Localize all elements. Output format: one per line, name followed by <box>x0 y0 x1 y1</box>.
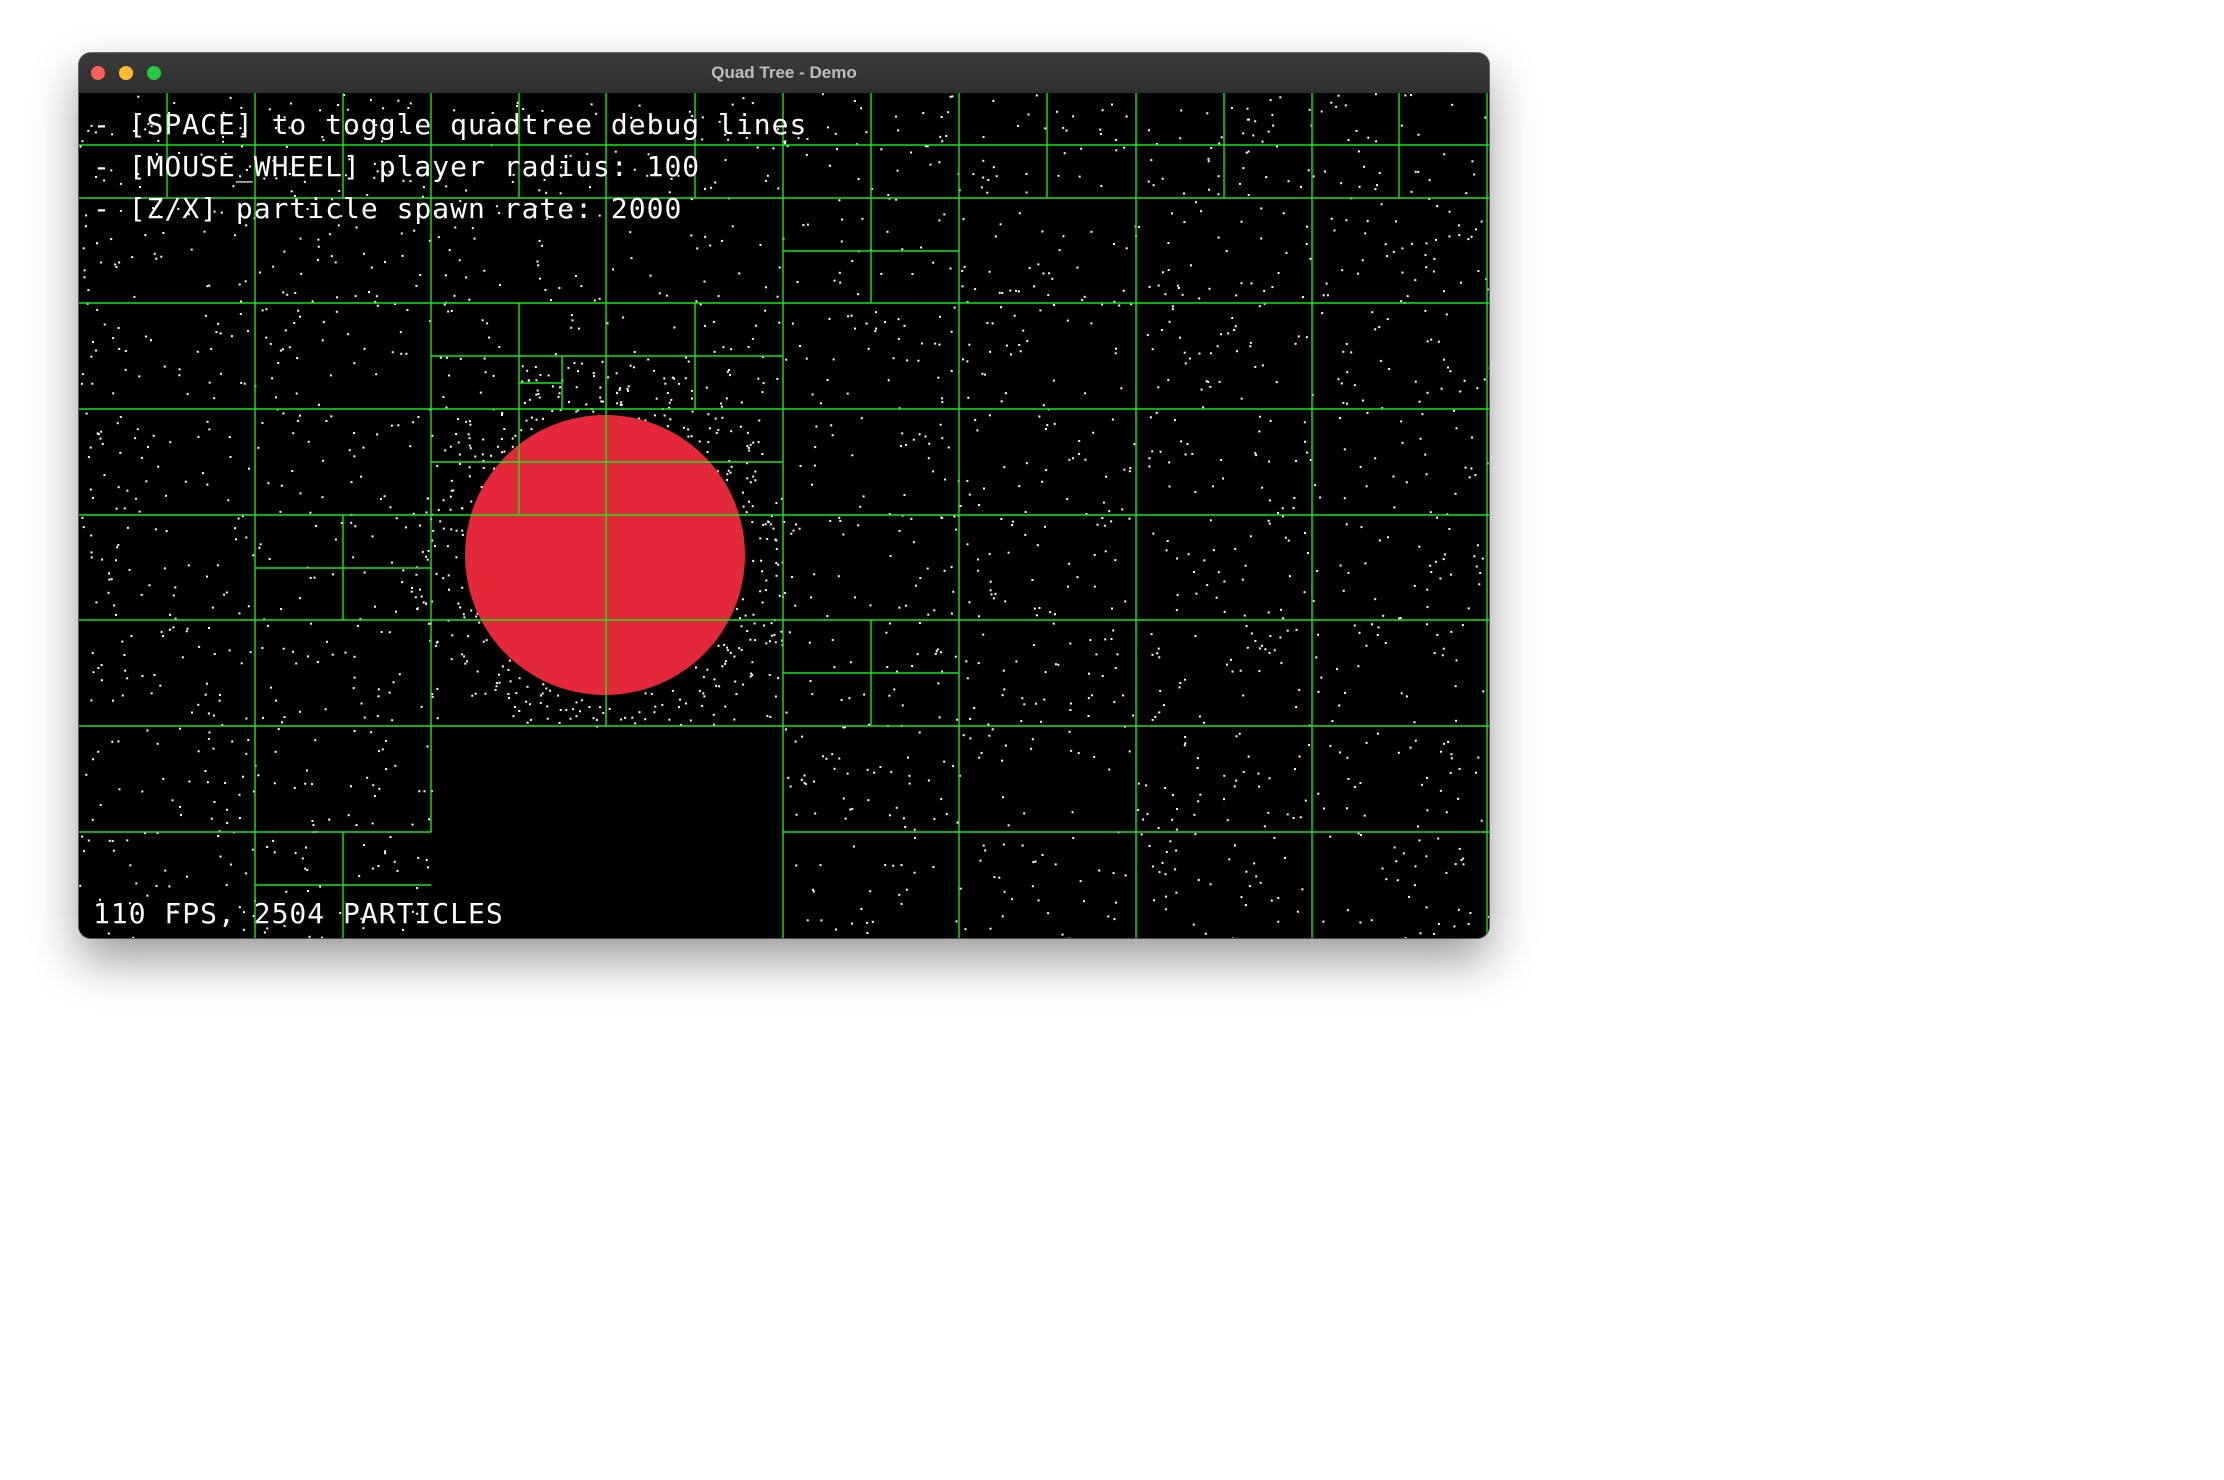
status-fps-particles: 110 FPS, 2504 PARTICLES <box>93 897 504 930</box>
instruction-toggle-debug: - [SPACE] to toggle quadtree debug lines <box>93 108 808 141</box>
instruction-spawn-rate: - [Z/X] particle spawn rate: 2000 <box>93 192 683 225</box>
app-window: Quad Tree - Demo - [SPACE] to toggle qua… <box>79 53 1489 938</box>
player-circle <box>465 415 745 695</box>
title-bar[interactable]: Quad Tree - Demo <box>79 53 1489 94</box>
game-viewport[interactable]: - [SPACE] to toggle quadtree debug lines… <box>79 93 1489 938</box>
instruction-player-radius: - [MOUSE_WHEEL] player radius: 100 <box>93 150 701 183</box>
window-title: Quad Tree - Demo <box>711 63 857 82</box>
